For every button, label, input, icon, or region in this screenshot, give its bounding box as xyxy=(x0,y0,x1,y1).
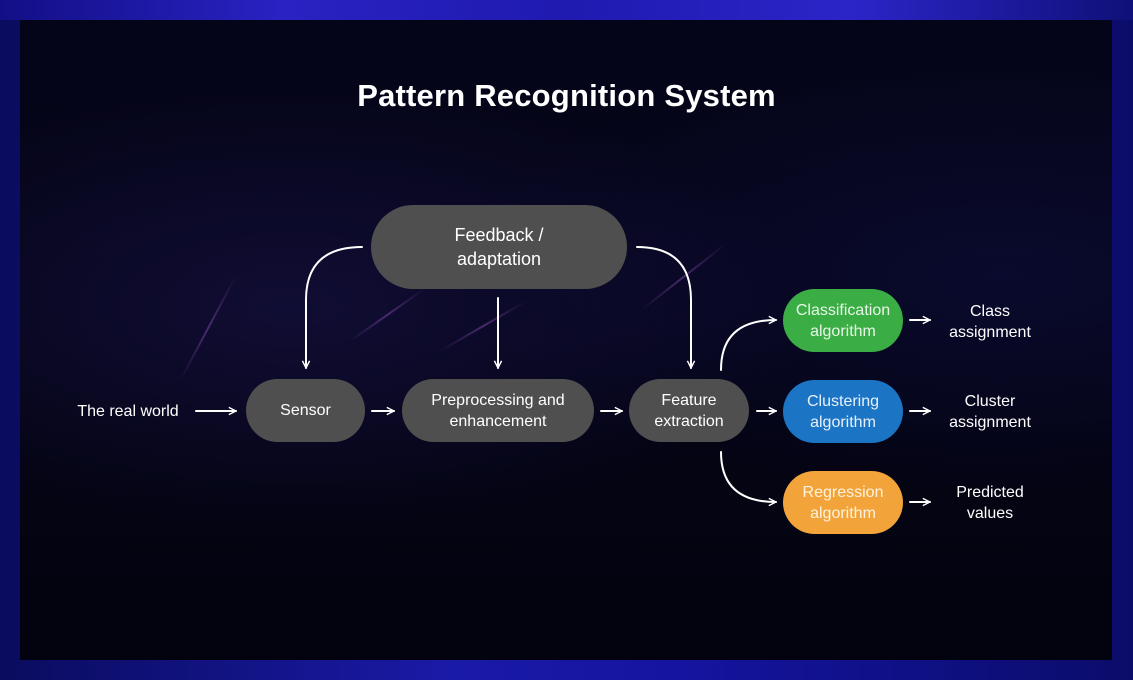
node-classification-algorithm: Classification algorithm xyxy=(783,289,903,352)
node-feedback-adaptation: Feedback / adaptation xyxy=(371,205,627,289)
arrow-feature-to-regression xyxy=(720,451,777,502)
output-predicted-values: Predicted values xyxy=(956,484,1024,522)
node-sensor: Sensor xyxy=(246,379,365,442)
arrow-feedback-to-sensor xyxy=(306,246,363,369)
node-clustering-algorithm: Clustering algorithm xyxy=(783,380,903,443)
node-preprocessing: Preprocessing and enhancement xyxy=(402,379,594,442)
node-regression-algorithm: Regression algorithm xyxy=(783,471,903,534)
input-label-real-world: The real world xyxy=(77,403,179,420)
node-feature-extraction: Feature extraction xyxy=(629,379,749,442)
arrow-feedback-to-feature-extraction xyxy=(636,246,691,369)
output-cluster-assignment: Cluster assignment xyxy=(949,393,1031,431)
output-class-assignment: Class assignment xyxy=(949,303,1031,341)
arrow-feature-to-classification xyxy=(720,320,777,371)
